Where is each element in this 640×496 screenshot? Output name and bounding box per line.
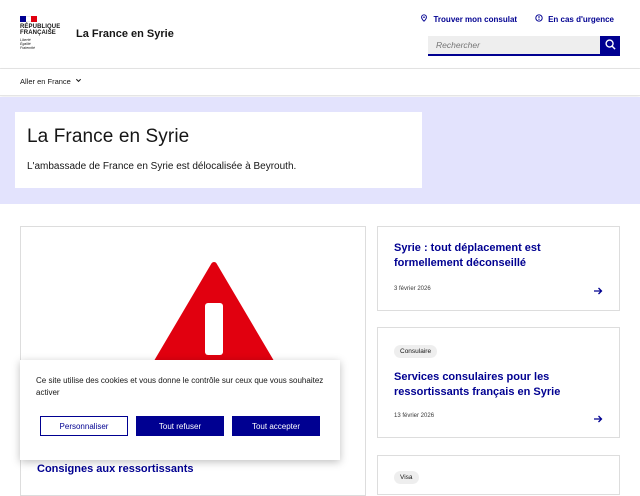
hero-banner: La France en Syrie L'ambassade de France… bbox=[0, 97, 640, 204]
news-card[interactable]: Visa bbox=[377, 455, 620, 495]
logo-line-2: FRANÇAISE bbox=[20, 30, 56, 36]
page-subtitle: L'ambassade de France en Syrie est déloc… bbox=[27, 161, 297, 172]
news-card[interactable]: Syrie : tout déplacement est formellemen… bbox=[377, 226, 620, 311]
arrow-right-icon bbox=[593, 411, 603, 429]
cookie-text: Ce site utilise des cookies et vous donn… bbox=[36, 376, 324, 397]
find-consulate-link[interactable]: Trouver mon consulat bbox=[420, 14, 517, 24]
emergency-link[interactable]: En cas d'urgence bbox=[535, 14, 614, 24]
cookie-buttons: Personnaliser Tout refuser Tout accepter bbox=[40, 416, 320, 436]
news-card[interactable]: Consulaire Services consulaires pour les… bbox=[377, 327, 620, 438]
french-flag-icon bbox=[20, 16, 38, 22]
republique-francaise-logo[interactable]: RÉPUBLIQUE FRANÇAISE Liberté Égalité Fra… bbox=[20, 16, 68, 50]
chevron-down-icon bbox=[75, 77, 82, 86]
refuse-all-button[interactable]: Tout refuser bbox=[136, 416, 224, 436]
search-input[interactable] bbox=[428, 36, 600, 56]
nav-item-label: Aller en France bbox=[20, 77, 71, 86]
search-icon bbox=[604, 37, 616, 55]
news-tag: Consulaire bbox=[394, 345, 438, 358]
nav-item-aller-en-france[interactable]: Aller en France bbox=[20, 77, 82, 86]
site-header: RÉPUBLIQUE FRANÇAISE Liberté Égalité Fra… bbox=[0, 0, 640, 69]
header-tools: Trouver mon consulat En cas d'urgence bbox=[420, 14, 614, 24]
accept-all-button[interactable]: Tout accepter bbox=[232, 416, 320, 436]
news-card-title: Services consulaires pour les ressortiss… bbox=[394, 371, 561, 398]
news-card-date: 13 février 2026 bbox=[394, 413, 435, 419]
search-button[interactable] bbox=[600, 36, 620, 56]
logo-motto-3: Fraternité bbox=[20, 46, 35, 50]
find-consulate-label: Trouver mon consulat bbox=[433, 14, 518, 24]
page-title: La France en Syrie bbox=[27, 126, 190, 147]
hero-card: La France en Syrie L'ambassade de France… bbox=[15, 112, 422, 188]
alert-circle-icon bbox=[535, 14, 543, 24]
emergency-label: En cas d'urgence bbox=[548, 14, 614, 24]
news-card-title: Syrie : tout déplacement est formellemen… bbox=[394, 242, 541, 269]
arrow-right-icon bbox=[593, 283, 603, 301]
search-bar bbox=[428, 36, 620, 56]
featured-card-title: Consignes aux ressortissants bbox=[37, 463, 194, 475]
customize-cookies-button[interactable]: Personnaliser bbox=[40, 416, 128, 436]
site-title[interactable]: La France en Syrie bbox=[76, 28, 174, 40]
news-tag: Visa bbox=[394, 471, 419, 484]
cookie-consent-banner: Ce site utilise des cookies et vous donn… bbox=[20, 360, 340, 460]
main-navigation: Aller en France bbox=[0, 69, 640, 96]
news-card-date: 3 février 2026 bbox=[394, 286, 431, 292]
map-pin-icon bbox=[420, 14, 428, 24]
